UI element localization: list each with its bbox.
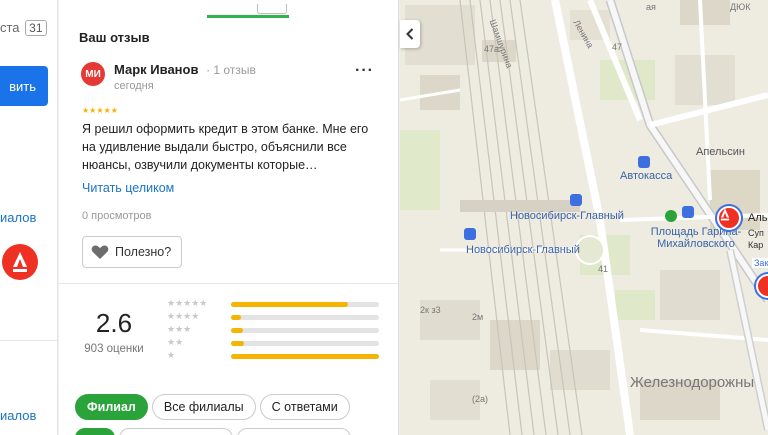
poi-label: Суп bbox=[748, 228, 764, 238]
review-filters: Филиал Все филиалы С ответами bbox=[75, 394, 350, 420]
rating-row-stars: ★ bbox=[167, 350, 176, 360]
poi-label: Автокасса bbox=[620, 170, 673, 182]
rating-row-stars: ★★★★ bbox=[167, 311, 200, 321]
filter-chip[interactable]: С ответами bbox=[259, 394, 350, 420]
station-label: Новосибирск-Главный bbox=[466, 244, 580, 256]
rating-row: ★★★ bbox=[167, 324, 387, 336]
building-number: 47 bbox=[612, 42, 623, 52]
tab-branches[interactable]: ста 31 bbox=[0, 20, 47, 36]
building-number: 41 bbox=[598, 264, 609, 274]
filter-chip[interactable]: Филиал bbox=[75, 394, 148, 420]
rating-row-stars: ★★★★★ bbox=[167, 298, 208, 308]
heart-icon bbox=[91, 245, 109, 259]
branches-link[interactable]: иалов bbox=[0, 210, 36, 225]
rating-row: ★★ bbox=[167, 337, 387, 349]
rating-bar-fill bbox=[231, 341, 245, 346]
rating-bar-track bbox=[231, 341, 379, 346]
rating-bar-track bbox=[231, 354, 379, 359]
review-rating-stars: ★★★★★ bbox=[82, 106, 118, 115]
divider bbox=[0, 340, 57, 341]
filter-chip[interactable] bbox=[75, 428, 115, 435]
secondary-filters bbox=[75, 428, 351, 435]
tab-count-badge: 31 bbox=[25, 20, 47, 36]
author-review-count: · 1 отзыв bbox=[206, 63, 256, 77]
more-options-icon[interactable]: ··· bbox=[355, 62, 374, 80]
review-date: сегодня bbox=[114, 80, 154, 92]
tab-branches-label: ста bbox=[0, 20, 20, 35]
your-review-title: Ваш отзыв bbox=[79, 30, 150, 45]
rating-bar-fill bbox=[231, 354, 379, 359]
rating-row-stars: ★★★ bbox=[167, 324, 192, 334]
chevron-left-icon bbox=[406, 28, 414, 40]
read-all-link[interactable]: Читать целиком bbox=[82, 181, 174, 195]
poi-label: Апельсин bbox=[696, 146, 745, 158]
filter-chip[interactable]: Все филиалы bbox=[151, 394, 256, 420]
author-name[interactable]: Марк Иванов bbox=[114, 62, 198, 77]
rating-bar-fill bbox=[231, 315, 242, 320]
poi-label: Кар bbox=[748, 240, 764, 250]
poi-label: Аль bbox=[748, 212, 768, 224]
tab-indicator-pill bbox=[257, 4, 287, 14]
average-score: 2.6 bbox=[95, 308, 133, 338]
divider bbox=[59, 283, 398, 284]
station-label: Новосибирск-Главный bbox=[510, 210, 624, 222]
map-label: ДЮК bbox=[730, 2, 751, 12]
useful-label: Полезно? bbox=[115, 245, 172, 259]
active-tab-underline bbox=[207, 15, 289, 18]
bank-pin-icon[interactable] bbox=[717, 206, 741, 230]
rating-bar-track bbox=[231, 302, 379, 307]
views-count: 0 просмотров bbox=[82, 210, 152, 222]
district-label: Железнодорожны bbox=[630, 374, 755, 391]
bus-stop-icon[interactable] bbox=[464, 228, 476, 240]
rating-row: ★ bbox=[167, 350, 387, 362]
left-panel: ста 31 вить иалов иалов bbox=[0, 0, 58, 435]
useful-button[interactable]: Полезно? bbox=[82, 236, 183, 268]
collapse-panel-button[interactable] bbox=[400, 20, 420, 48]
review-text: Я решил оформить кредит в этом банке. Мн… bbox=[82, 122, 369, 172]
rating-row: ★★★★★ bbox=[167, 298, 387, 310]
building-number: 2м bbox=[472, 312, 484, 322]
filter-chip[interactable] bbox=[237, 428, 351, 435]
rating-bar-track bbox=[231, 328, 379, 333]
avatar[interactable]: МИ bbox=[81, 62, 105, 86]
rating-bar-fill bbox=[231, 328, 243, 333]
branches-link-2[interactable]: иалов bbox=[0, 408, 36, 423]
rating-bar-track bbox=[231, 315, 379, 320]
building-number: 2к з3 bbox=[420, 305, 441, 315]
primary-action-button[interactable]: вить bbox=[0, 66, 48, 106]
bus-stop-icon[interactable] bbox=[570, 194, 582, 206]
poi-label: Зак bbox=[752, 258, 768, 268]
ratings-count: 903 оценки bbox=[84, 343, 144, 355]
building-number: 47а bbox=[484, 44, 500, 54]
metro-icon[interactable] bbox=[665, 210, 677, 222]
rating-row-stars: ★★ bbox=[167, 337, 184, 347]
map[interactable]: Шамшурина Ленина ДЮК ая 47а 47 Апельсин … bbox=[400, 0, 768, 435]
review-author: Марк Иванов · 1 отзыв bbox=[114, 62, 256, 77]
bus-stop-icon[interactable] bbox=[638, 156, 650, 168]
building-number: (2а) bbox=[472, 394, 489, 404]
rating-row: ★★★★ bbox=[167, 311, 387, 323]
filter-chip[interactable] bbox=[119, 428, 233, 435]
bus-stop-icon[interactable] bbox=[682, 206, 694, 218]
bank-logo-icon bbox=[2, 244, 38, 280]
rating-bar-fill bbox=[231, 302, 348, 307]
reviews-panel: Ваш отзыв МИ Марк Иванов · 1 отзыв сегод… bbox=[59, 0, 399, 435]
map-label: ая bbox=[646, 2, 656, 12]
